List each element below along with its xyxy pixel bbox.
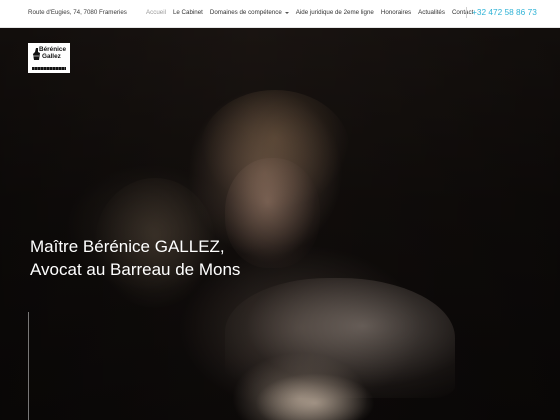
logo-text-line1: Bérénice <box>39 46 66 53</box>
nav-item-label: Le Cabinet <box>172 9 203 16</box>
nav-item-domaines-de-competence[interactable]: Domaines de compétence <box>210 9 289 16</box>
logo-text-line2: Gallez <box>42 53 61 60</box>
site-logo[interactable]: Bérénice Gallez <box>28 43 70 73</box>
top-header-bar: Route d'Eugies, 74, 7080 Frameries Accue… <box>0 0 560 28</box>
nav-item-label: Accueil <box>146 9 166 16</box>
nav-item-aide-juridique[interactable]: Aide juridique de 2eme ligne <box>296 9 374 16</box>
nav-item-honoraires[interactable]: Honoraires <box>381 9 411 16</box>
nav-item-label: Actualités <box>418 9 445 16</box>
hero-vertical-divider <box>28 312 29 420</box>
nav-item-le-cabinet[interactable]: Le Cabinet <box>173 9 203 16</box>
hero-title-line2: Avocat au Barreau de Mons <box>30 260 241 279</box>
chevron-down-icon <box>284 12 289 14</box>
header-address: Route d'Eugies, 74, 7080 Frameries <box>28 9 127 16</box>
nav-item-actualites[interactable]: Actualités <box>418 9 445 16</box>
nav-item-label: Aide juridique de 2eme ligne <box>295 9 374 16</box>
nav-item-accueil[interactable]: Accueil <box>146 9 166 16</box>
logo-underline-bar <box>32 67 66 70</box>
phone-link[interactable]: +32 472 58 86 73 <box>472 7 537 17</box>
page: Route d'Eugies, 74, 7080 Frameries Accue… <box>0 0 560 420</box>
hero-title-line1: Maître Bérénice GALLEZ, <box>30 237 225 256</box>
nav-item-label: Domaines de compétence <box>209 9 282 16</box>
phone-divider <box>466 7 467 18</box>
nav-item-label: Honoraires <box>380 9 412 16</box>
nav-item-contact[interactable]: Contact <box>452 9 473 16</box>
nav-item-label: Contact <box>451 9 474 16</box>
hero-title: Maître Bérénice GALLEZ, Avocat au Barrea… <box>30 235 240 281</box>
hero-overlay <box>0 28 560 420</box>
main-navigation: Accueil Le Cabinet Domaines de compétenc… <box>146 9 480 16</box>
